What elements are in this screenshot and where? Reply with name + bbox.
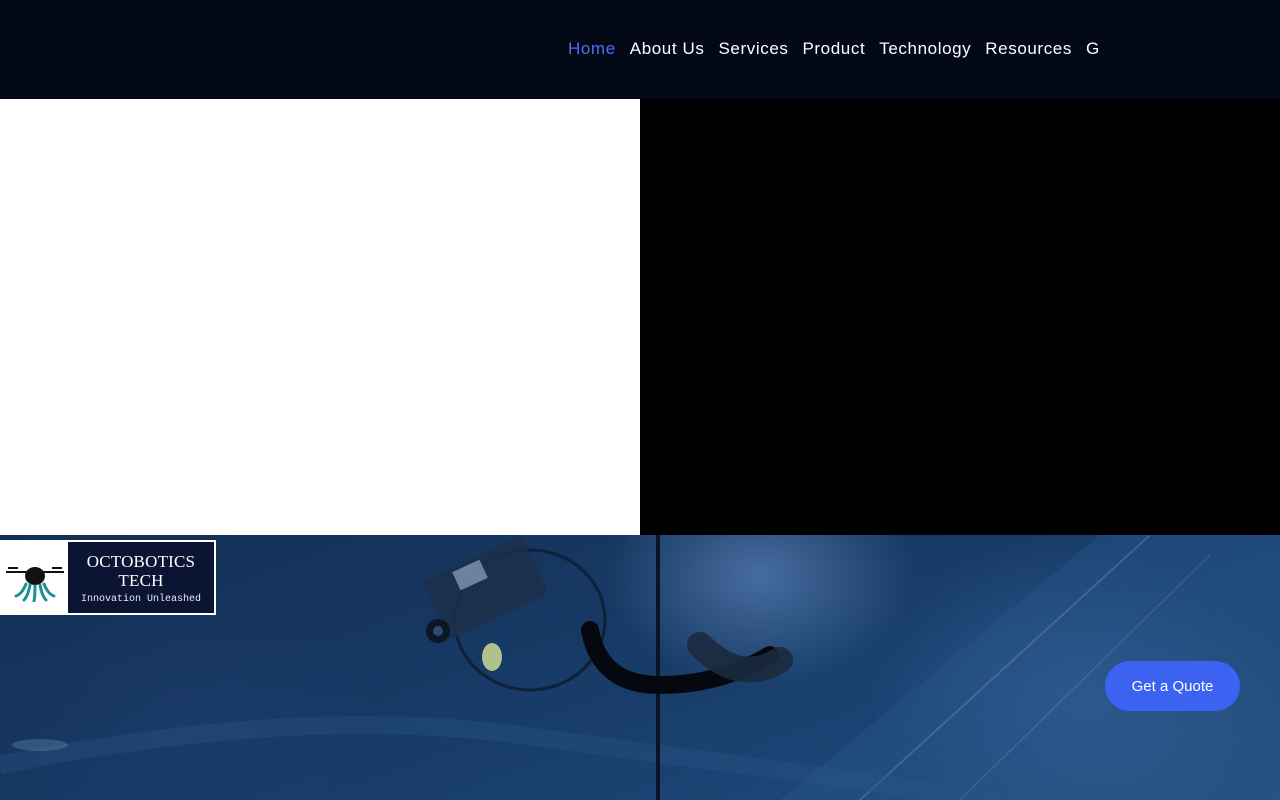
octobotics-logo[interactable]: OCTOBOTICS TECH Innovation Unleashed xyxy=(0,540,216,615)
nav-item-home[interactable]: Home xyxy=(568,39,616,59)
nav-item-technology[interactable]: Technology xyxy=(879,39,971,59)
logo-tagline: Innovation Unleashed xyxy=(80,594,202,605)
nav-item-about-us[interactable]: About Us xyxy=(630,39,705,59)
hero-video-right xyxy=(640,99,1280,535)
logo-title-line1: OCTOBOTICS xyxy=(86,552,196,571)
drone-octopus-icon xyxy=(2,542,68,613)
main-navigation: Home About Us Services Product Technolog… xyxy=(568,38,1100,60)
nav-item-services[interactable]: Services xyxy=(718,39,788,59)
site-header: Home About Us Services Product Technolog… xyxy=(0,0,1280,99)
get-a-quote-button[interactable]: Get a Quote xyxy=(1105,661,1240,711)
drone-icon-graphic xyxy=(6,566,64,602)
hero-image-left xyxy=(0,99,640,535)
nav-item-resources[interactable]: Resources xyxy=(985,39,1072,59)
logo-title-line2: TECH xyxy=(118,571,164,590)
nav-item-product[interactable]: Product xyxy=(802,39,865,59)
nav-item-overflow[interactable]: G xyxy=(1086,39,1100,59)
logo-text-panel: OCTOBOTICS TECH Innovation Unleashed xyxy=(68,542,214,613)
